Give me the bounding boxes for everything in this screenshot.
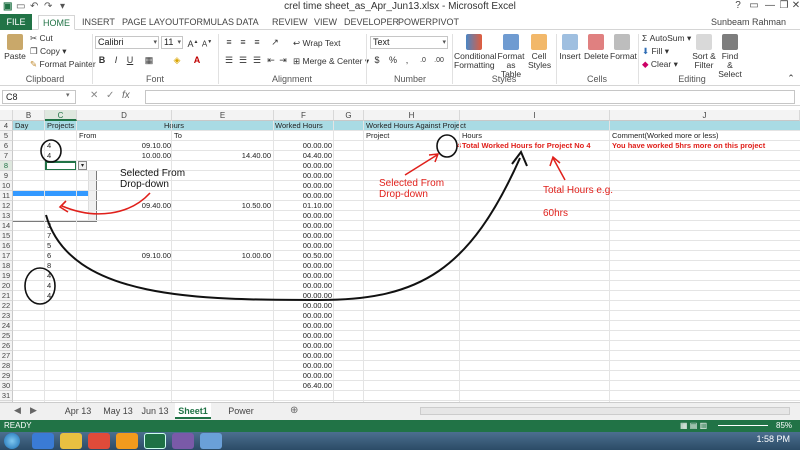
sheet-tab-bar: ◀ ▶ Apr 13 May 13 Jun 13 Sheet1 Power Vi… [0, 402, 800, 432]
explorer-icon[interactable] [60, 433, 82, 449]
sheet-tab[interactable]: Power View1 [215, 403, 267, 432]
sheet-tab[interactable]: Apr 13 [60, 403, 96, 419]
annotation-text: Selected From Drop-down [379, 178, 445, 200]
horizontal-scrollbar[interactable] [420, 407, 790, 415]
view-buttons-icon[interactable]: ▦ ▤ ▥ [680, 420, 707, 432]
zoom-slider[interactable] [718, 425, 768, 426]
status-text: READY [4, 421, 32, 430]
system-clock: 1:58 PM [756, 434, 790, 444]
status-bar: READY ▦ ▤ ▥ 85% [0, 420, 800, 432]
annotation-text: Total Hours e.g. [543, 185, 614, 196]
add-sheet-icon[interactable]: ⊕ [290, 405, 298, 416]
app-icon[interactable] [172, 433, 194, 449]
annotation-curve-arrow [45, 157, 521, 302]
chrome-icon[interactable] [88, 433, 110, 449]
annotation-red-arrow [404, 154, 438, 176]
start-button-icon[interactable] [4, 433, 20, 449]
scroll-right-icon[interactable]: ▶ [30, 405, 37, 416]
annotation-circle [40, 139, 62, 163]
annotation-red-arrow [61, 192, 151, 215]
zoom-level[interactable]: 85% [776, 420, 792, 432]
windows-taskbar: 1:58 PM [0, 432, 800, 450]
annotation-layer [24, 134, 566, 305]
scroll-left-icon[interactable]: ◀ [14, 405, 21, 416]
annotation-circle [436, 134, 458, 158]
media-icon[interactable] [116, 433, 138, 449]
annotation-text: 60hrs [543, 208, 569, 219]
sheet-tab[interactable]: Jun 13 [138, 403, 172, 419]
ie-icon[interactable] [32, 433, 54, 449]
excel-taskbar-icon[interactable] [144, 433, 166, 449]
app-icon[interactable] [200, 433, 222, 449]
annotation-circle [24, 267, 56, 305]
sheet-tab-active[interactable]: Sheet1 [175, 403, 211, 419]
sheet-tab[interactable]: May 13 [100, 403, 136, 419]
annotation-text: Selected From Drop-down [120, 168, 186, 190]
